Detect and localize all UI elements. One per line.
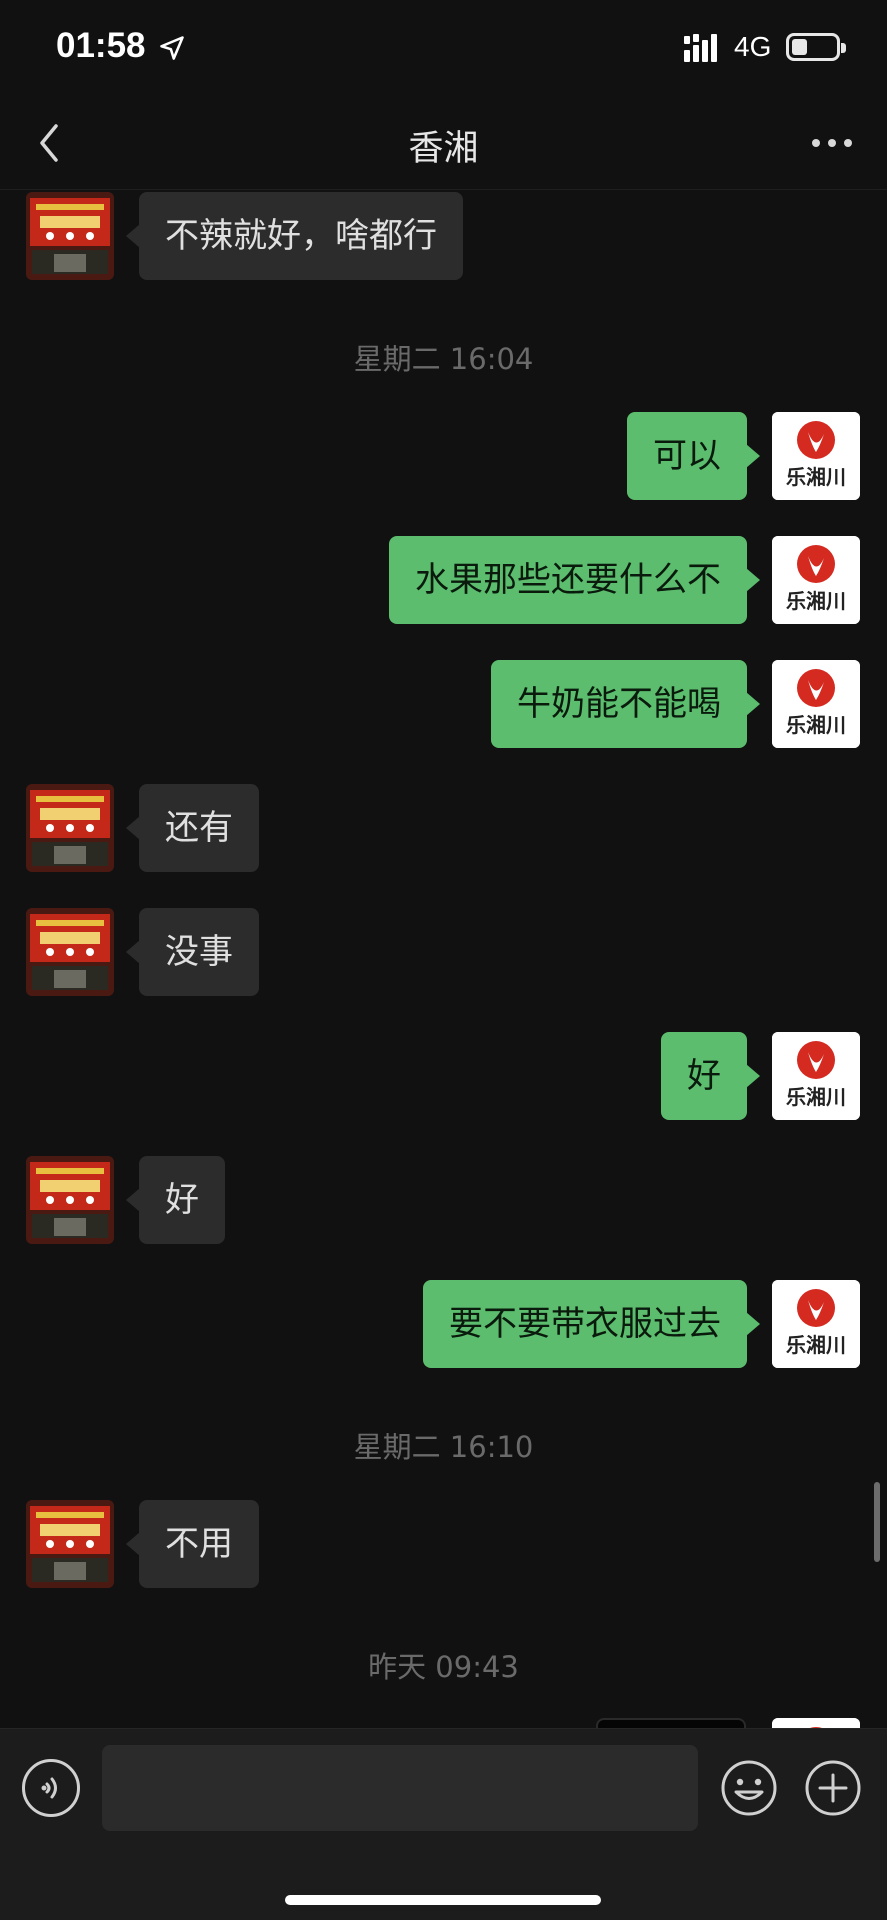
message-list[interactable]: 不辣就好，啥都行 星期二 16:04 可以 乐湘川 水果那些还要什么不 乐湘川 …	[0, 190, 887, 1728]
svg-text:乐湘川: 乐湘川	[786, 465, 846, 489]
message-input[interactable]	[102, 1745, 698, 1831]
timestamp: 星期二 16:10	[353, 1430, 534, 1464]
svg-text:乐湘川: 乐湘川	[786, 589, 846, 613]
message-bubble-outgoing[interactable]: 牛奶能不能喝	[491, 660, 760, 748]
contact-avatar[interactable]	[26, 1156, 114, 1244]
svg-text:乐湘川: 乐湘川	[786, 1085, 846, 1109]
timestamp: 星期二 16:04	[353, 342, 534, 376]
chat-header: 香湘	[0, 100, 887, 190]
emoji-icon[interactable]	[720, 1759, 778, 1817]
message-bubble-incoming[interactable]: 不用	[126, 1500, 259, 1588]
timestamp: 昨天 09:43	[368, 1650, 519, 1684]
my-avatar[interactable]: 乐湘川	[772, 536, 860, 624]
voice-button[interactable]	[22, 1759, 80, 1817]
plus-icon[interactable]	[804, 1759, 862, 1817]
message-bubble-outgoing[interactable]: 要不要带衣服过去	[423, 1280, 760, 1368]
my-avatar[interactable]: 乐湘川	[772, 660, 860, 748]
message-bubble-outgoing[interactable]: 好	[661, 1032, 760, 1120]
network-type: 4G	[734, 31, 772, 62]
message-bubble-outgoing[interactable]: 可以	[627, 412, 760, 500]
status-time: 01:58	[56, 26, 146, 65]
svg-text:乐湘川: 乐湘川	[786, 1333, 846, 1357]
home-indicator	[285, 1895, 601, 1905]
message-bubble-outgoing[interactable]: 水果那些还要什么不	[389, 536, 760, 624]
message-bubble-incoming[interactable]: 没事	[126, 908, 259, 996]
contact-avatar[interactable]	[26, 1500, 114, 1588]
battery-level	[792, 39, 807, 55]
contact-avatar[interactable]	[26, 908, 114, 996]
contact-avatar[interactable]	[26, 784, 114, 872]
svg-text:乐湘川: 乐湘川	[786, 713, 846, 737]
my-avatar[interactable]: 乐湘川	[772, 1280, 860, 1368]
status-bar: 01:58 4G	[0, 0, 887, 100]
contact-avatar[interactable]	[26, 192, 114, 280]
message-bubble-incoming[interactable]: 不辣就好，啥都行	[126, 192, 463, 280]
message-bubble-incoming[interactable]: 还有	[126, 784, 259, 872]
chat-title: 香湘	[408, 129, 479, 169]
my-avatar[interactable]: 乐湘川	[772, 412, 860, 500]
image-message-thumbnail[interactable]	[596, 1718, 746, 1728]
message-bubble-incoming[interactable]: 好	[126, 1156, 225, 1244]
voice-icon	[41, 1777, 57, 1799]
my-avatar[interactable]	[772, 1718, 860, 1728]
signal-icon	[684, 34, 717, 62]
input-bar	[0, 1728, 887, 1920]
chat-scrollbar[interactable]	[874, 1482, 880, 1562]
more-icon[interactable]	[807, 128, 857, 158]
battery-icon	[786, 33, 846, 61]
my-avatar[interactable]: 乐湘川	[772, 1032, 860, 1120]
location-arrow-icon	[160, 36, 184, 60]
